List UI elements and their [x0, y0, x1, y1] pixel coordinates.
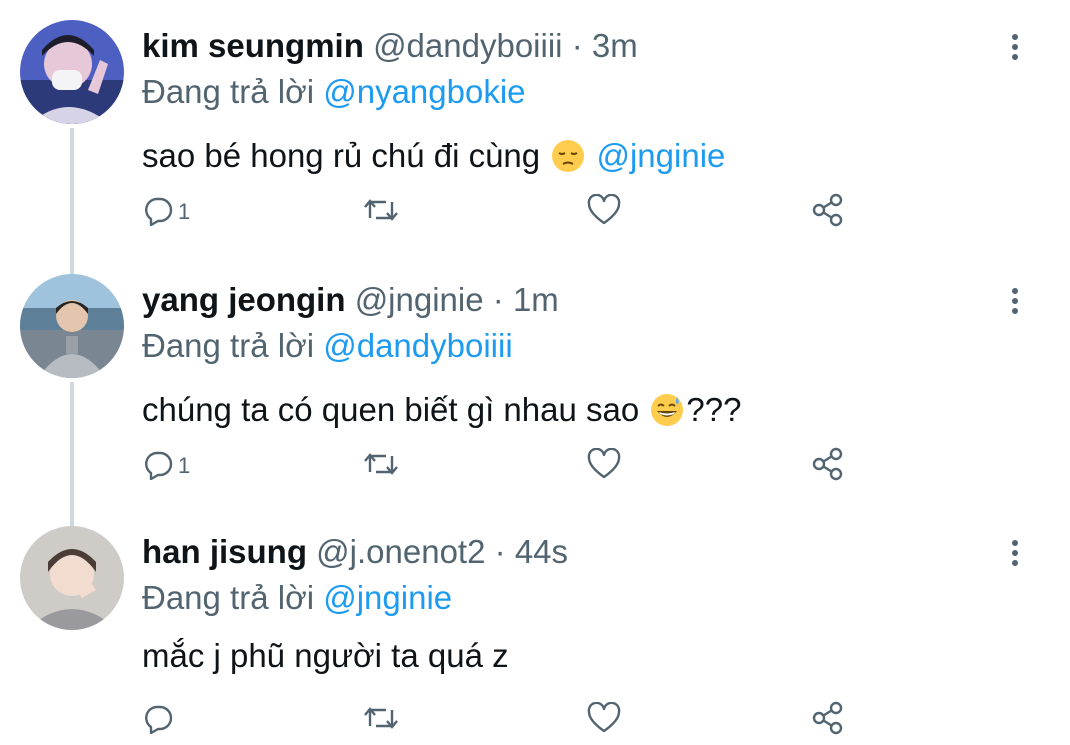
reply-button[interactable]: 1 — [142, 442, 190, 486]
share-button[interactable] — [810, 696, 846, 740]
pensive-face-icon — [551, 139, 585, 184]
replying-to-label: Đang trả lời — [142, 579, 315, 616]
reply-icon — [145, 197, 173, 226]
more-options-icon[interactable] — [1003, 30, 1027, 64]
tweet-text-suffix: ??? — [686, 391, 742, 428]
tweet-header: kim seungmin @dandyboiiii · 3m — [142, 24, 638, 68]
retweet-icon — [364, 453, 398, 475]
timestamp[interactable]: 1m — [513, 281, 559, 318]
like-button[interactable] — [586, 442, 622, 486]
tweet-actions: 1 — [0, 188, 1070, 232]
tweet-text-content: mắc j phũ người ta quá z — [142, 637, 509, 674]
tweet-text: sao bé hong rủ chú đi cùng @jnginie — [142, 134, 725, 184]
more-options-icon[interactable] — [1003, 536, 1027, 570]
tweet[interactable]: yang jeongin @jnginie · 1m Đang trả lời … — [0, 254, 1070, 506]
tweet-text: mắc j phũ người ta quá z — [142, 634, 509, 678]
share-icon — [812, 701, 843, 735]
retweet-icon — [364, 707, 398, 729]
reply-count: 1 — [178, 199, 191, 224]
tweet-actions: 1 — [0, 442, 1070, 486]
heart-icon — [587, 702, 621, 733]
avatar[interactable] — [20, 20, 124, 124]
share-button[interactable] — [810, 188, 846, 232]
tweet[interactable]: kim seungmin @dandyboiiii · 3m Đang trả … — [0, 0, 1070, 252]
heart-icon — [587, 194, 621, 225]
reply-to-mention[interactable]: @nyangbokie — [323, 73, 525, 110]
replying-to-label: Đang trả lời — [142, 327, 315, 364]
tweet-text-content: chúng ta có quen biết gì nhau sao — [142, 391, 649, 428]
retweet-button[interactable] — [362, 188, 400, 232]
display-name[interactable]: han jisung — [142, 533, 307, 570]
separator: · — [492, 281, 504, 318]
user-handle[interactable]: @j.onenot2 — [316, 533, 485, 570]
replying-to: Đang trả lời @nyangbokie — [142, 70, 526, 114]
grinning-face-with-sweat-icon — [650, 393, 684, 438]
separator: · — [494, 533, 506, 570]
heart-icon — [587, 448, 621, 479]
reply-icon — [145, 705, 173, 734]
like-button[interactable] — [586, 696, 622, 740]
avatar[interactable] — [20, 274, 124, 378]
reply-count: 1 — [178, 453, 191, 478]
retweet-button[interactable] — [362, 442, 400, 486]
share-icon — [812, 447, 843, 481]
reply-icon — [145, 451, 173, 480]
tweet-header: yang jeongin @jnginie · 1m — [142, 278, 559, 322]
reply-to-mention[interactable]: @dandyboiiii — [323, 327, 512, 364]
reply-button[interactable] — [142, 696, 178, 740]
more-options-icon[interactable] — [1003, 284, 1027, 318]
tweet-header: han jisung @j.onenot2 · 44s — [142, 530, 568, 574]
tweet-text: chúng ta có quen biết gì nhau sao ??? — [142, 388, 741, 438]
separator: · — [571, 27, 583, 64]
user-handle[interactable]: @jnginie — [355, 281, 484, 318]
timestamp[interactable]: 3m — [592, 27, 638, 64]
share-button[interactable] — [810, 442, 846, 486]
avatar[interactable] — [20, 526, 124, 630]
replying-to-label: Đang trả lời — [142, 73, 315, 110]
reply-button[interactable]: 1 — [142, 188, 190, 232]
like-button[interactable] — [586, 188, 622, 232]
tweet-text-content: sao bé hong rủ chú đi cùng — [142, 137, 550, 174]
tweet-actions — [0, 696, 1070, 740]
timestamp[interactable]: 44s — [515, 533, 568, 570]
tweet-mention[interactable]: @jnginie — [596, 137, 725, 174]
user-handle[interactable]: @dandyboiiii — [373, 27, 562, 64]
reply-to-mention[interactable]: @jnginie — [323, 579, 452, 616]
display-name[interactable]: yang jeongin — [142, 281, 346, 318]
tweet[interactable]: han jisung @j.onenot2 · 44s Đang trả lời… — [0, 506, 1070, 745]
display-name[interactable]: kim seungmin — [142, 27, 364, 64]
retweet-icon — [364, 199, 398, 221]
replying-to: Đang trả lời @jnginie — [142, 576, 452, 620]
share-icon — [812, 193, 843, 227]
retweet-button[interactable] — [362, 696, 400, 740]
replying-to: Đang trả lời @dandyboiiii — [142, 324, 513, 368]
